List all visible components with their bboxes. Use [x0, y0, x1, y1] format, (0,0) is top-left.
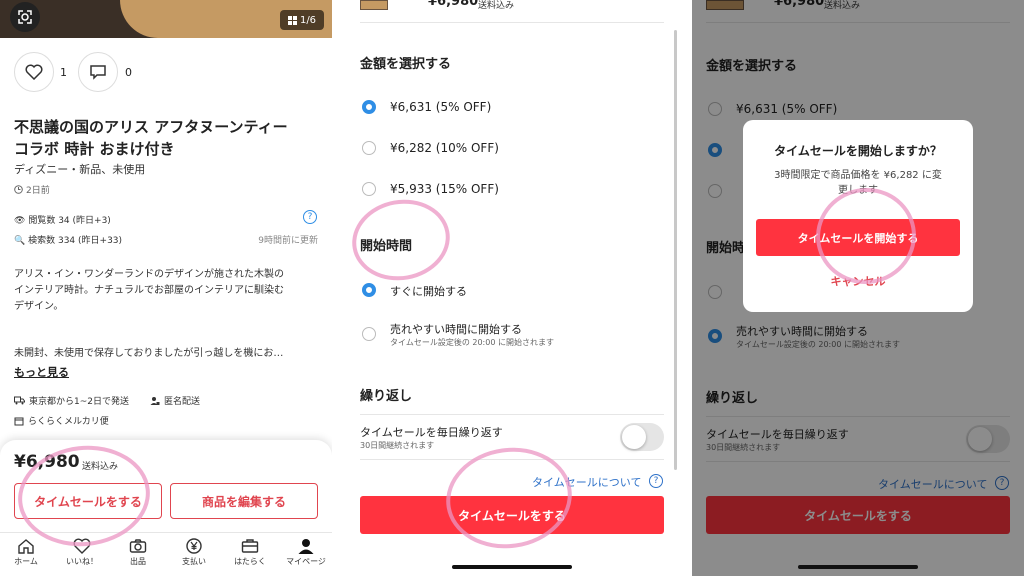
home-indicator — [798, 565, 918, 569]
repeat-toggle[interactable] — [620, 423, 664, 451]
repeat-label: タイムセールを毎日繰り返す — [360, 426, 503, 439]
product-title-line1: 不思議の国のアリス アフタヌーンティー — [14, 118, 288, 136]
tab-mypage-label: マイページ — [286, 557, 326, 566]
clock-icon — [14, 185, 23, 194]
description-line4: 未開封、未使用で保存しておりましたが引っ越しを機にお… — [14, 348, 284, 359]
tab-likes-label: いいね！ — [66, 557, 98, 566]
radio-opt3[interactable] — [362, 182, 376, 196]
search-value: 334 (昨日+33) — [57, 236, 123, 246]
shipping-method: らくらくメルカリ便 — [14, 414, 109, 427]
tab-mypage[interactable]: マイページ — [281, 538, 331, 567]
yen-icon — [186, 538, 202, 554]
description-line1: アリス・イン・ワンダーランドのデザインが施された木製の — [14, 269, 284, 280]
person-icon — [298, 539, 314, 554]
tab-sell[interactable]: 出品 — [113, 538, 163, 567]
ship-from: 東京都から1~2日で発送 — [14, 394, 129, 407]
radio-opt1[interactable] — [362, 100, 376, 114]
start-now-label[interactable]: すぐに開始する — [390, 283, 467, 299]
tab-home-label: ホーム — [14, 557, 38, 566]
start-best-sub: タイムセール設定後の 20:00 に開始されます — [390, 338, 554, 347]
panel-gap — [332, 0, 346, 576]
annotation-circle — [439, 439, 579, 557]
briefcase-icon — [241, 539, 259, 553]
tab-work[interactable]: はたらく — [225, 538, 275, 567]
start-best-label[interactable]: 売れやすい時間に開始する — [390, 321, 522, 337]
option2-label[interactable]: ¥6,282 (10% OFF) — [390, 141, 499, 155]
annotation-circle — [346, 192, 457, 288]
thumbnail — [360, 0, 388, 10]
camera-icon — [129, 539, 147, 553]
radio-start-now[interactable] — [362, 283, 376, 297]
product-category[interactable]: ディズニー・新品、未使用 — [14, 161, 145, 177]
truck-icon — [14, 396, 25, 405]
timesale-settings-screen: ¥6,980 送料込み 金額を選択する ¥6,631 (5% OFF) ¥6,2… — [346, 0, 678, 576]
tab-home[interactable]: ホーム — [1, 538, 51, 567]
grid-icon — [287, 15, 297, 25]
panel-gap — [678, 0, 692, 576]
views-row: 👁 閲覧数 34 (昨日+3) — [14, 213, 111, 226]
help-icon[interactable]: ? — [303, 210, 317, 224]
tab-work-label: はたらく — [234, 557, 266, 566]
edit-product-button[interactable]: 商品を編集する — [170, 483, 318, 519]
comment-count: 0 — [125, 66, 132, 79]
lens-search-button[interactable] — [10, 2, 40, 32]
lens-icon — [18, 10, 32, 24]
section-repeat: 繰り返し — [360, 389, 413, 404]
person-lock-icon — [150, 396, 160, 405]
dialog-body-line1: 3時間限定で商品価格を ¥6,282 に変 — [774, 170, 942, 181]
home-icon — [18, 539, 34, 554]
comment-button[interactable] — [78, 52, 118, 92]
timesale-confirm-screen: ¥6,980 送料込み 金額を選択する ¥6,631 (5% OFF) 開始時 … — [692, 0, 1024, 576]
views-label: 閲覧数 — [28, 216, 56, 226]
tab-payment-label: 支払い — [182, 557, 206, 566]
like-button[interactable] — [14, 52, 54, 92]
more-link[interactable]: もっと見る — [14, 364, 69, 380]
divider — [360, 22, 664, 23]
section-amount: 金額を選択する — [360, 57, 452, 72]
updated-time: 9時間前に更新 — [258, 236, 318, 246]
posted-time: 2日前 — [14, 183, 50, 196]
home-indicator — [452, 565, 572, 569]
tab-sell-label: 出品 — [130, 557, 146, 566]
tab-payment[interactable]: 支払い — [169, 538, 219, 567]
views-value: 34 (昨日+3) — [58, 216, 111, 226]
posted-time-text: 2日前 — [26, 186, 50, 196]
eye-icon: 👁 — [14, 216, 26, 226]
product-detail-screen: 1/6 1 0 不思議の国のアリス アフタヌーンティー コラボ 時計 おまけ付き… — [0, 0, 332, 576]
divider — [360, 414, 664, 415]
scrollbar[interactable] — [674, 30, 677, 470]
dialog-title: タイムセールを開始しますか？ — [774, 144, 942, 158]
like-count: 1 — [60, 66, 67, 79]
description-line2: インテリア時計。ナチュラルでお部屋のインテリアに馴染む — [14, 285, 284, 296]
description-line3: デザイン。 — [14, 301, 64, 312]
image-counter[interactable]: 1/6 — [280, 10, 324, 30]
shipping-method-text: らくらくメルカリ便 — [28, 417, 109, 427]
ship-from-text: 東京都から1~2日で発送 — [29, 397, 129, 407]
toggle-knob — [622, 425, 646, 449]
top-shipping: 送料込み — [478, 1, 515, 11]
box-icon — [14, 417, 24, 425]
option1-label[interactable]: ¥6,631 (5% OFF) — [390, 100, 491, 114]
help-icon[interactable]: ? — [649, 474, 663, 488]
product-title-line2: コラボ 時計 おまけ付き — [14, 140, 175, 158]
radio-opt2[interactable] — [362, 141, 376, 155]
search-icon: 🔍 — [14, 236, 26, 246]
search-label: 検索数 — [28, 236, 56, 246]
image-counter-text: 1/6 — [299, 14, 317, 26]
search-row: 🔍 検索数 334 (昨日+33) — [14, 233, 122, 246]
top-price: ¥6,980 — [428, 0, 479, 9]
option3-label[interactable]: ¥5,933 (15% OFF) — [390, 182, 499, 196]
anonymous-shipping: 匿名配送 — [150, 394, 200, 407]
anonymous-shipping-text: 匿名配送 — [164, 397, 201, 407]
heart-icon — [25, 64, 43, 80]
comment-icon — [90, 65, 106, 80]
radio-start-best[interactable] — [362, 327, 376, 341]
repeat-sub: 30日間継続されます — [360, 441, 435, 450]
